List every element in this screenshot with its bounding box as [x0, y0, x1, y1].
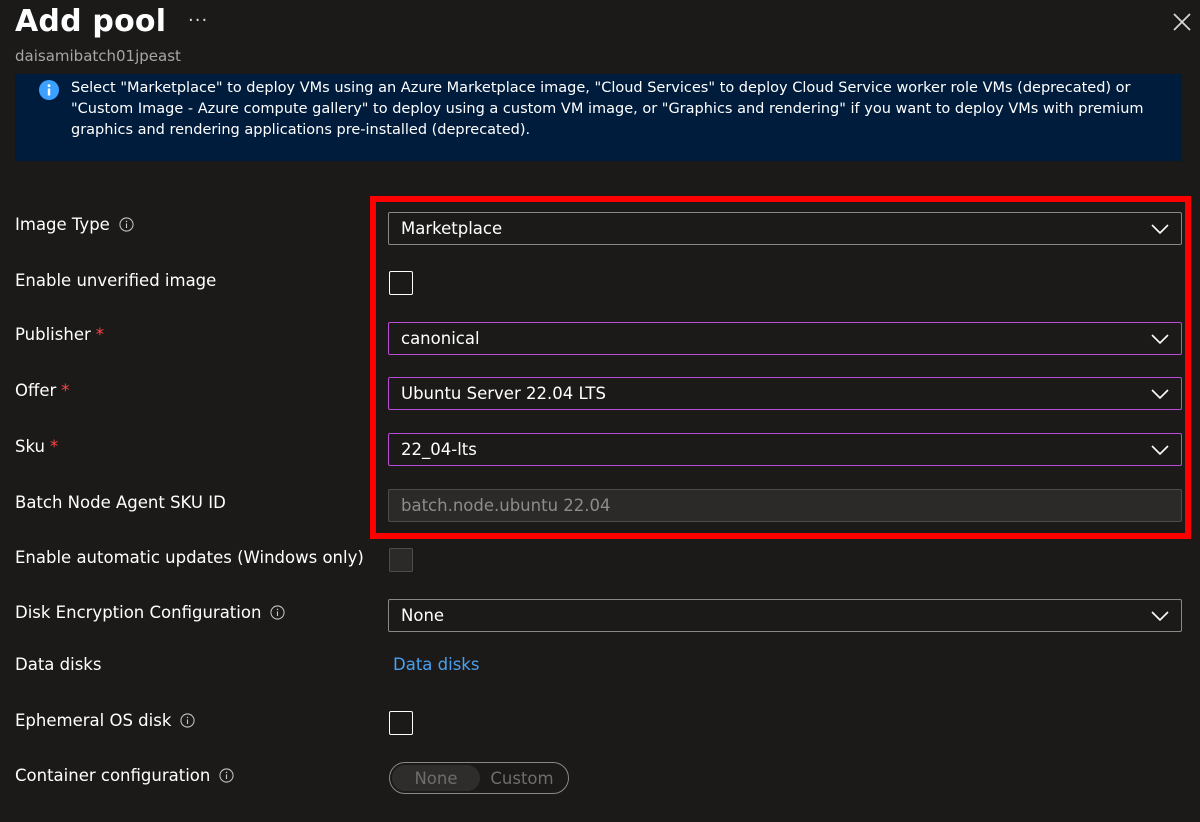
container-info-icon[interactable] — [219, 768, 234, 783]
unverified-image-label: Enable unverified image — [15, 271, 217, 290]
sku-label: Sku * — [15, 437, 59, 456]
chevron-down-icon — [1151, 333, 1169, 344]
offer-dropdown[interactable]: Ubuntu Server 22.04 LTS — [388, 377, 1182, 410]
info-banner: Select "Marketplace" to deploy VMs using… — [15, 74, 1182, 161]
data-disks-link[interactable]: Data disks — [393, 655, 479, 674]
sku-dropdown[interactable]: 22_04-lts — [388, 433, 1182, 466]
data-disks-label: Data disks — [15, 655, 102, 674]
chevron-down-icon — [1151, 223, 1169, 234]
image-type-label: Image Type — [15, 215, 134, 234]
ephemeral-info-icon[interactable] — [180, 713, 195, 728]
agent-sku-label: Batch Node Agent SKU ID — [15, 493, 226, 512]
more-options-icon[interactable]: ··· — [188, 10, 208, 31]
auto-updates-label: Enable automatic updates (Windows only) — [15, 548, 364, 567]
add-pool-panel: Add pool ··· daisamibatch01jpeast Select… — [0, 0, 1200, 822]
image-type-info-icon[interactable] — [119, 217, 134, 232]
auto-updates-checkbox — [389, 548, 413, 572]
ephemeral-os-disk-label: Ephemeral OS disk — [15, 711, 195, 730]
publisher-label: Publisher * — [15, 325, 104, 344]
required-marker: * — [61, 381, 70, 400]
publisher-dropdown[interactable]: canonical — [388, 322, 1182, 355]
toggle-option-custom[interactable]: Custom — [480, 765, 564, 791]
highlight-annotation-box — [370, 196, 1191, 539]
account-subtitle: daisamibatch01jpeast — [15, 47, 181, 65]
container-config-toggle: None Custom — [389, 762, 569, 794]
container-config-label: Container configuration — [15, 766, 234, 785]
chevron-down-icon — [1151, 444, 1169, 455]
required-marker: * — [49, 437, 59, 456]
page-title: Add pool — [15, 4, 167, 39]
info-banner-text: Select "Marketplace" to deploy VMs using… — [71, 80, 1144, 138]
chevron-down-icon — [1151, 610, 1169, 621]
info-icon — [39, 80, 59, 100]
ephemeral-os-disk-checkbox[interactable] — [389, 711, 413, 735]
agent-sku-field: batch.node.ubuntu 22.04 — [388, 489, 1182, 522]
offer-label: Offer * — [15, 381, 70, 400]
unverified-image-checkbox[interactable] — [389, 271, 413, 295]
required-marker: * — [95, 325, 104, 344]
disk-encryption-label: Disk Encryption Configuration — [15, 603, 285, 622]
close-icon[interactable] — [1168, 8, 1196, 36]
image-type-dropdown[interactable]: Marketplace — [388, 212, 1182, 245]
disk-encryption-info-icon[interactable] — [270, 605, 285, 620]
toggle-option-none[interactable]: None — [392, 765, 480, 791]
disk-encryption-dropdown[interactable]: None — [388, 599, 1182, 632]
chevron-down-icon — [1151, 388, 1169, 399]
